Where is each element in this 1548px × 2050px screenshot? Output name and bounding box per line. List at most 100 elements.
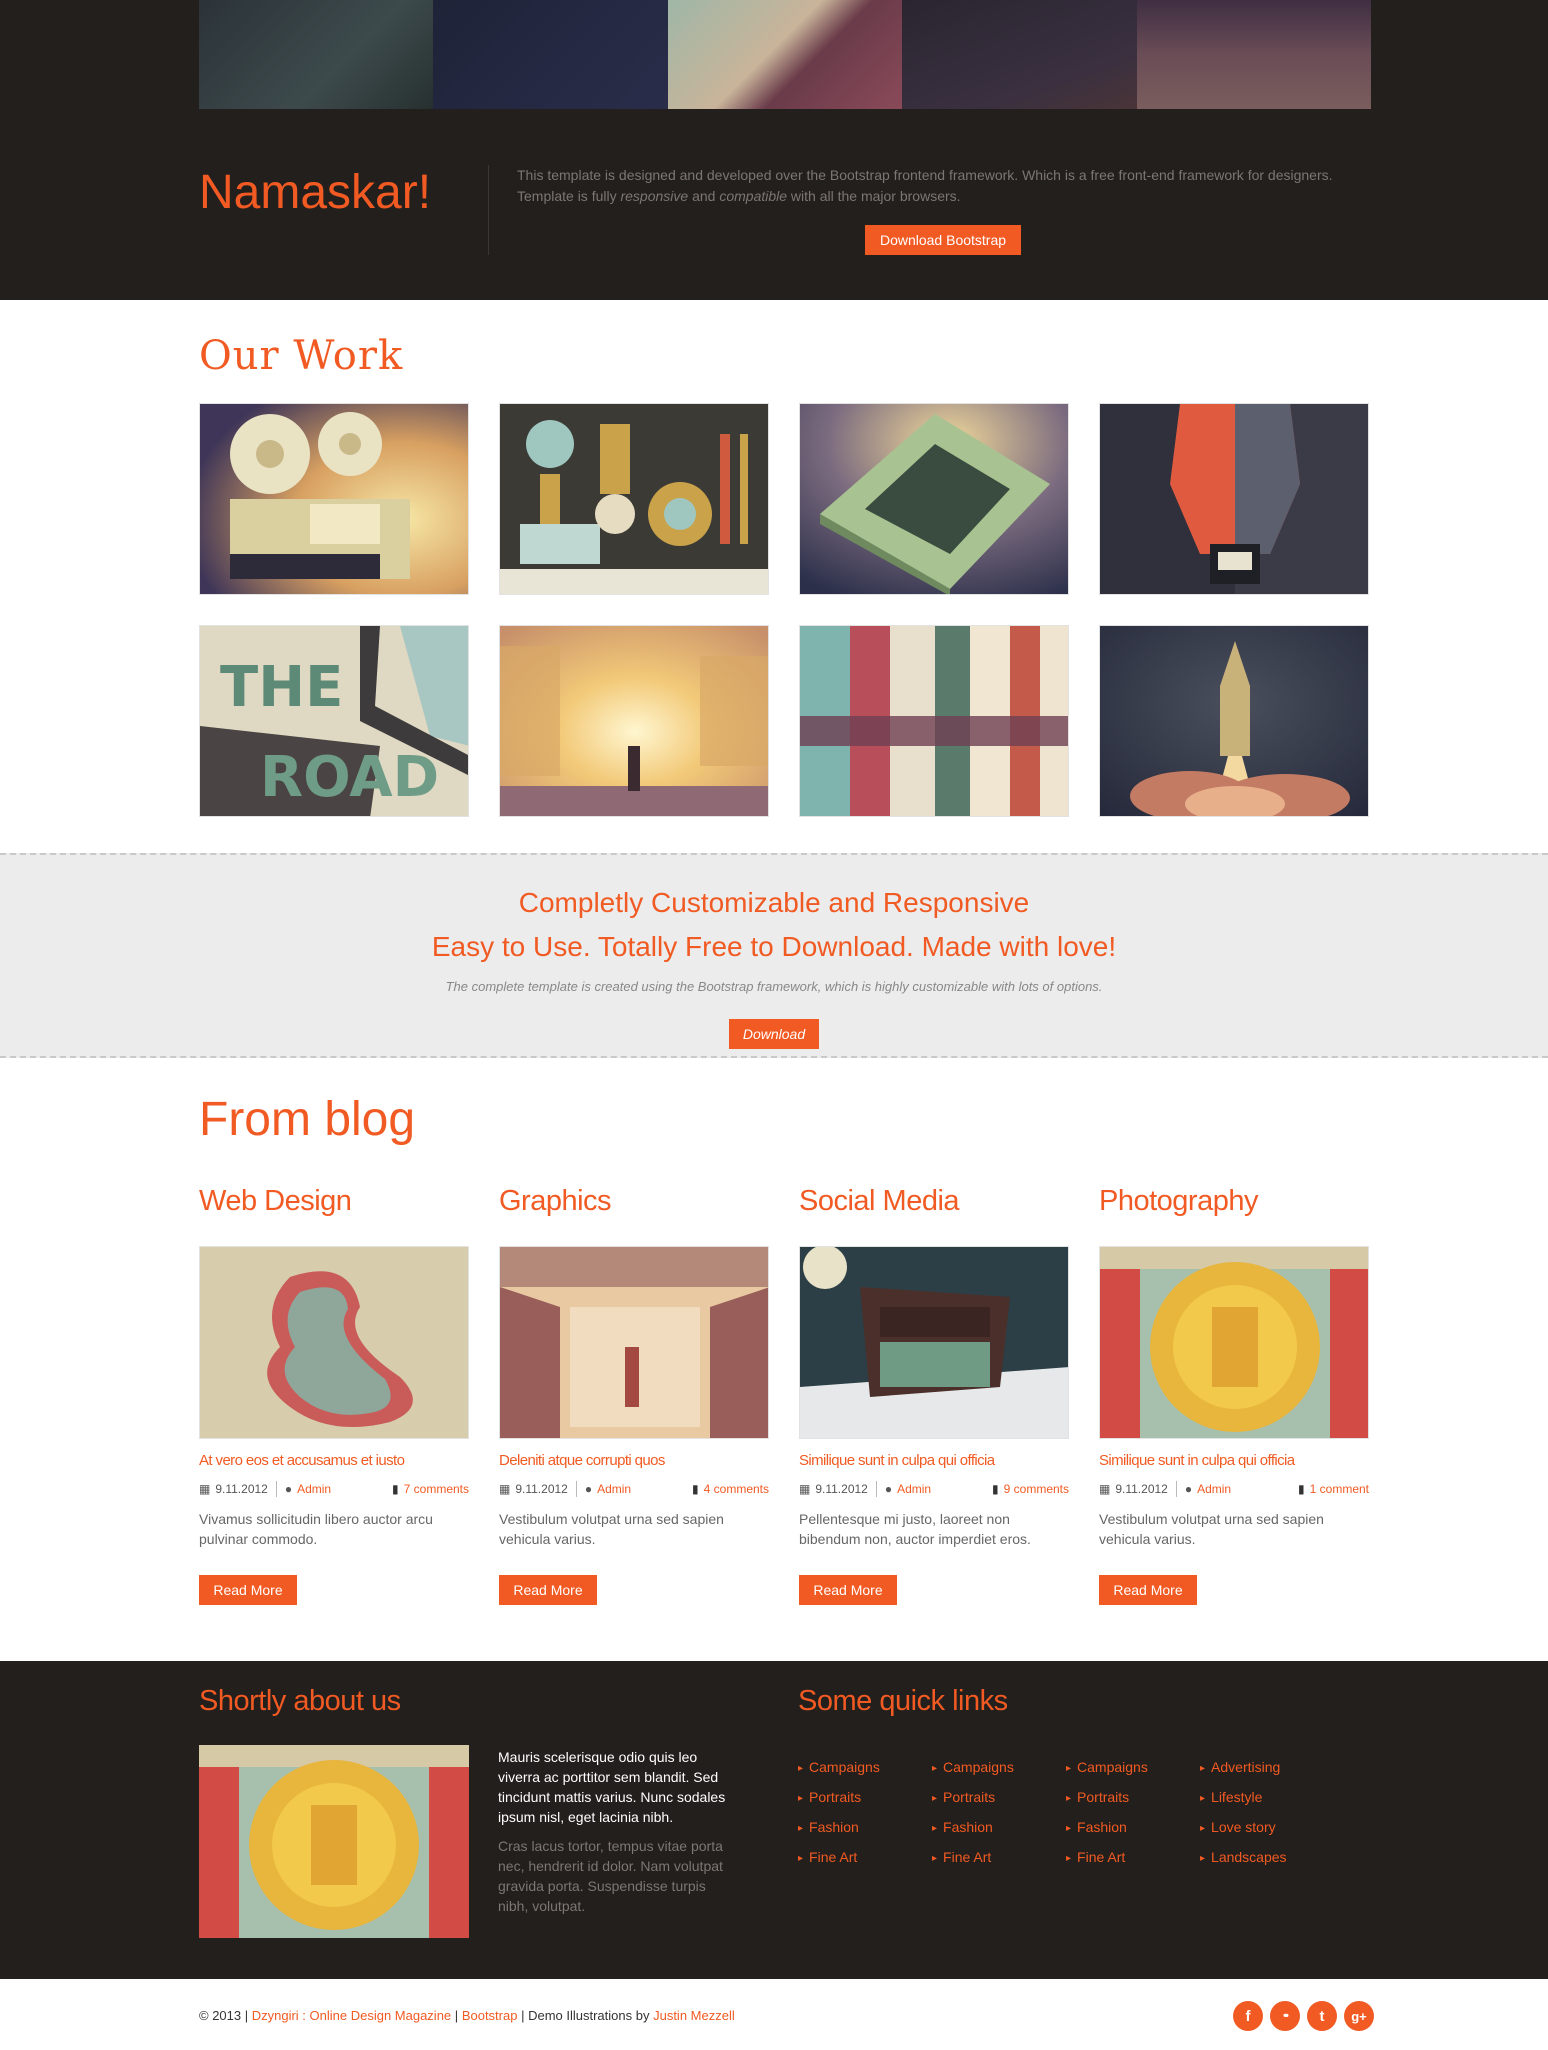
- quick-link[interactable]: Portraits: [798, 1789, 932, 1819]
- comments-count: 4 comments: [703, 1482, 769, 1496]
- post-category: Web Design: [199, 1185, 352, 1217]
- post-title[interactable]: Similique sunt in culpa qui officia: [799, 1452, 1069, 1469]
- quick-link[interactable]: Love story: [1200, 1819, 1334, 1849]
- post-meta: ▦ 9.11.2012 ● Admin ▮ 4 comments: [499, 1481, 769, 1497]
- post-author[interactable]: Admin: [1197, 1482, 1231, 1496]
- hero-title: Namaskar!: [199, 166, 432, 219]
- slide-image: [433, 0, 668, 109]
- blog-post-card: Web Design At vero eos et accusamus et i…: [199, 1185, 469, 1605]
- blog-post-card: Graphics Deleniti atque corrupti quos ▦ 9…: [499, 1185, 769, 1605]
- work-thumbnail-alien[interactable]: [1099, 403, 1369, 595]
- comment-icon: ▮: [1298, 1482, 1305, 1496]
- facebook-icon[interactable]: f: [1233, 2001, 1263, 2031]
- comments-count: 9 comments: [1003, 1482, 1069, 1496]
- post-image[interactable]: [1099, 1246, 1369, 1439]
- site-link[interactable]: Dzyngiri : Online Design Magazine: [252, 2008, 451, 2023]
- post-author[interactable]: Admin: [897, 1482, 931, 1496]
- post-comments[interactable]: ▮ 4 comments: [692, 1482, 769, 1496]
- post-excerpt: Vestibulum volutpat urna sed sapien vehi…: [1099, 1511, 1324, 1547]
- post-date: 9.11.2012: [1115, 1482, 1168, 1496]
- about-text-secondary: Cras lacus tortor, tempus vitae porta ne…: [498, 1838, 723, 1914]
- quick-link[interactable]: Portraits: [932, 1789, 1066, 1819]
- links-column: Campaigns Portraits Fashion Fine Art: [1066, 1759, 1200, 1879]
- read-more-button[interactable]: Read More: [199, 1575, 297, 1605]
- work-thumbnail-books[interactable]: [799, 625, 1069, 817]
- comment-icon: ▮: [392, 1482, 399, 1496]
- read-more-button[interactable]: Read More: [799, 1575, 897, 1605]
- post-date: 9.11.2012: [515, 1482, 568, 1496]
- work-thumbnail-the-road[interactable]: THE ROAD: [199, 625, 469, 817]
- read-more-button[interactable]: Read More: [1099, 1575, 1197, 1605]
- post-category: Graphics: [499, 1185, 612, 1217]
- image-slider[interactable]: [199, 0, 1372, 109]
- post-date: 9.11.2012: [215, 1482, 268, 1496]
- about-title: Shortly about us: [199, 1685, 401, 1717]
- credit-text: | Demo Illustrations by: [521, 2008, 650, 2023]
- about-image: [199, 1745, 469, 1938]
- blog-section-title: From blog: [199, 1093, 416, 1146]
- quick-link[interactable]: Fashion: [1066, 1819, 1200, 1849]
- post-excerpt: Vestibulum volutpat urna sed sapien vehi…: [499, 1511, 724, 1547]
- read-more-button[interactable]: Read More: [499, 1575, 597, 1605]
- quick-link[interactable]: Fine Art: [1066, 1849, 1200, 1879]
- links-column: Campaigns Portraits Fashion Fine Art: [798, 1759, 932, 1879]
- separator: |: [454, 2008, 459, 2023]
- intro-emphasis: responsive: [620, 188, 689, 204]
- download-bootstrap-button[interactable]: Download Bootstrap: [865, 225, 1021, 255]
- quick-link[interactable]: Landscapes: [1200, 1849, 1334, 1879]
- work-thumbnail-sunrise[interactable]: [499, 625, 769, 817]
- quick-links: Campaigns Portraits Fashion Fine Art Cam…: [798, 1759, 1334, 1879]
- copyright-text: © 2013 |: [199, 2008, 249, 2023]
- user-icon: ●: [284, 1482, 293, 1496]
- flickr-icon[interactable]: ••: [1270, 2001, 1300, 2031]
- quick-link[interactable]: Campaigns: [1066, 1759, 1200, 1789]
- work-thumbnail-projector[interactable]: [199, 403, 469, 595]
- intro-line-1: This template is designed and developed …: [517, 167, 1333, 183]
- quick-link[interactable]: Fine Art: [798, 1849, 932, 1879]
- post-author[interactable]: Admin: [597, 1482, 631, 1496]
- slide-image: [1136, 0, 1372, 109]
- links-column: Campaigns Portraits Fashion Fine Art: [932, 1759, 1066, 1879]
- quick-link[interactable]: Fashion: [798, 1819, 932, 1849]
- download-button[interactable]: Download: [729, 1019, 819, 1049]
- quick-link[interactable]: Advertising: [1200, 1759, 1334, 1789]
- post-image[interactable]: [799, 1246, 1069, 1439]
- post-title[interactable]: Deleniti atque corrupti quos: [499, 1452, 769, 1469]
- post-comments[interactable]: ▮ 7 comments: [392, 1482, 469, 1496]
- author-link[interactable]: Justin Mezzell: [653, 2008, 735, 2023]
- post-comments[interactable]: ▮ 9 comments: [992, 1482, 1069, 1496]
- comment-icon: ▮: [692, 1482, 699, 1496]
- work-thumbnail-essentials[interactable]: [499, 403, 769, 595]
- user-icon: ●: [884, 1482, 893, 1496]
- post-title[interactable]: At vero eos et accusamus et iusto: [199, 1452, 469, 1469]
- vertical-divider: [488, 165, 489, 255]
- post-category: Photography: [1099, 1185, 1258, 1217]
- our-work-title: Our Work: [199, 333, 404, 379]
- twitter-icon[interactable]: t: [1307, 2001, 1337, 2031]
- bootstrap-link[interactable]: Bootstrap: [462, 2008, 518, 2023]
- comment-icon: ▮: [992, 1482, 999, 1496]
- quick-link[interactable]: Fine Art: [932, 1849, 1066, 1879]
- quick-link[interactable]: Lifestyle: [1200, 1789, 1334, 1819]
- quick-link[interactable]: Fashion: [932, 1819, 1066, 1849]
- meta-divider: [275, 1481, 277, 1497]
- footer: Shortly about us Mauris scelerisque odio…: [0, 1661, 1548, 1979]
- work-thumbnail-rocket[interactable]: [1099, 625, 1369, 817]
- post-author[interactable]: Admin: [297, 1482, 331, 1496]
- slide-image: [667, 0, 903, 109]
- post-image[interactable]: [499, 1246, 769, 1439]
- hero-section: Namaskar! This template is designed and …: [0, 0, 1548, 300]
- calendar-icon: ▦: [199, 1482, 211, 1496]
- copyright: © 2013 | Dzyngiri : Online Design Magazi…: [199, 2008, 735, 2023]
- post-meta: ▦ 9.11.2012 ● Admin ▮ 1 comment: [1099, 1481, 1369, 1497]
- calendar-icon: ▦: [1099, 1482, 1111, 1496]
- post-comments[interactable]: ▮ 1 comment: [1298, 1482, 1369, 1496]
- work-thumbnail-chip[interactable]: [799, 403, 1069, 595]
- google-plus-icon[interactable]: g+: [1344, 2001, 1374, 2031]
- quick-link[interactable]: Portraits: [1066, 1789, 1200, 1819]
- quick-link[interactable]: Campaigns: [932, 1759, 1066, 1789]
- post-title[interactable]: Similique sunt in culpa qui officia: [1099, 1452, 1369, 1469]
- promo-description: The complete template is created using t…: [445, 979, 1103, 994]
- quick-link[interactable]: Campaigns: [798, 1759, 932, 1789]
- post-image[interactable]: [199, 1246, 469, 1439]
